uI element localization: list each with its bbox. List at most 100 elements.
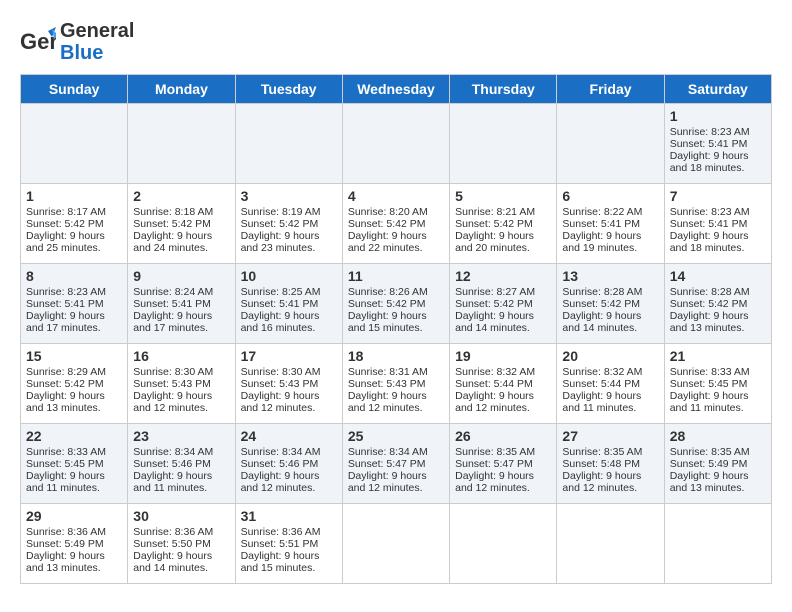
sunrise-text: Sunrise: 8:35 AM xyxy=(670,446,766,458)
calendar-cell: 17Sunrise: 8:30 AMSunset: 5:43 PMDayligh… xyxy=(235,344,342,424)
sunrise-text: Sunrise: 8:36 AM xyxy=(241,526,337,538)
daylight-text: Daylight: 9 hours and 11 minutes. xyxy=(562,390,658,414)
sunrise-text: Sunrise: 8:26 AM xyxy=(348,286,444,298)
sunrise-text: Sunrise: 8:23 AM xyxy=(670,126,766,138)
sunset-text: Sunset: 5:41 PM xyxy=(670,218,766,230)
calendar-table: SundayMondayTuesdayWednesdayThursdayFrid… xyxy=(20,74,772,584)
sunset-text: Sunset: 5:46 PM xyxy=(133,458,229,470)
daylight-text: Daylight: 9 hours and 23 minutes. xyxy=(241,230,337,254)
calendar-cell xyxy=(235,104,342,184)
daylight-text: Daylight: 9 hours and 12 minutes. xyxy=(455,390,551,414)
sunset-text: Sunset: 5:43 PM xyxy=(133,378,229,390)
sunset-text: Sunset: 5:41 PM xyxy=(562,218,658,230)
sunrise-text: Sunrise: 8:19 AM xyxy=(241,206,337,218)
sunset-text: Sunset: 5:45 PM xyxy=(26,458,122,470)
day-number: 4 xyxy=(348,188,444,204)
daylight-text: Daylight: 9 hours and 13 minutes. xyxy=(26,390,122,414)
daylight-text: Daylight: 9 hours and 24 minutes. xyxy=(133,230,229,254)
daylight-text: Daylight: 9 hours and 14 minutes. xyxy=(455,310,551,334)
daylight-text: Daylight: 9 hours and 12 minutes. xyxy=(241,390,337,414)
calendar-cell: 8Sunrise: 8:23 AMSunset: 5:41 PMDaylight… xyxy=(21,264,128,344)
day-number: 27 xyxy=(562,428,658,444)
day-number: 8 xyxy=(26,268,122,284)
sunrise-text: Sunrise: 8:29 AM xyxy=(26,366,122,378)
calendar-cell: 13Sunrise: 8:28 AMSunset: 5:42 PMDayligh… xyxy=(557,264,664,344)
calendar-cell xyxy=(342,104,449,184)
sunrise-text: Sunrise: 8:32 AM xyxy=(455,366,551,378)
daylight-text: Daylight: 9 hours and 12 minutes. xyxy=(241,470,337,494)
daylight-text: Daylight: 9 hours and 25 minutes. xyxy=(26,230,122,254)
daylight-text: Daylight: 9 hours and 13 minutes. xyxy=(670,470,766,494)
calendar-cell: 16Sunrise: 8:30 AMSunset: 5:43 PMDayligh… xyxy=(128,344,235,424)
calendar-cell: 4Sunrise: 8:20 AMSunset: 5:42 PMDaylight… xyxy=(342,184,449,264)
sunset-text: Sunset: 5:42 PM xyxy=(26,378,122,390)
sunrise-text: Sunrise: 8:28 AM xyxy=(670,286,766,298)
day-number: 18 xyxy=(348,348,444,364)
sunset-text: Sunset: 5:50 PM xyxy=(133,538,229,550)
day-number: 1 xyxy=(670,108,766,124)
daylight-text: Daylight: 9 hours and 14 minutes. xyxy=(562,310,658,334)
calendar-cell: 5Sunrise: 8:21 AMSunset: 5:42 PMDaylight… xyxy=(450,184,557,264)
daylight-text: Daylight: 9 hours and 12 minutes. xyxy=(133,390,229,414)
calendar-cell: 21Sunrise: 8:33 AMSunset: 5:45 PMDayligh… xyxy=(664,344,771,424)
calendar-cell: 10Sunrise: 8:25 AMSunset: 5:41 PMDayligh… xyxy=(235,264,342,344)
daylight-text: Daylight: 9 hours and 12 minutes. xyxy=(348,470,444,494)
col-header-monday: Monday xyxy=(128,75,235,104)
daylight-text: Daylight: 9 hours and 16 minutes. xyxy=(241,310,337,334)
daylight-text: Daylight: 9 hours and 15 minutes. xyxy=(241,550,337,574)
calendar-cell: 26Sunrise: 8:35 AMSunset: 5:47 PMDayligh… xyxy=(450,424,557,504)
calendar-cell: 9Sunrise: 8:24 AMSunset: 5:41 PMDaylight… xyxy=(128,264,235,344)
week-row: 22Sunrise: 8:33 AMSunset: 5:45 PMDayligh… xyxy=(21,424,772,504)
sunrise-text: Sunrise: 8:27 AM xyxy=(455,286,551,298)
sunrise-text: Sunrise: 8:21 AM xyxy=(455,206,551,218)
day-number: 5 xyxy=(455,188,551,204)
day-number: 19 xyxy=(455,348,551,364)
day-number: 3 xyxy=(241,188,337,204)
calendar-cell: 27Sunrise: 8:35 AMSunset: 5:48 PMDayligh… xyxy=(557,424,664,504)
daylight-text: Daylight: 9 hours and 12 minutes. xyxy=(562,470,658,494)
sunrise-text: Sunrise: 8:17 AM xyxy=(26,206,122,218)
calendar-cell: 19Sunrise: 8:32 AMSunset: 5:44 PMDayligh… xyxy=(450,344,557,424)
daylight-text: Daylight: 9 hours and 13 minutes. xyxy=(670,310,766,334)
sunrise-text: Sunrise: 8:33 AM xyxy=(670,366,766,378)
calendar-cell: 6Sunrise: 8:22 AMSunset: 5:41 PMDaylight… xyxy=(557,184,664,264)
daylight-text: Daylight: 9 hours and 12 minutes. xyxy=(455,470,551,494)
day-number: 10 xyxy=(241,268,337,284)
sunset-text: Sunset: 5:42 PM xyxy=(455,218,551,230)
calendar-cell xyxy=(450,104,557,184)
day-number: 24 xyxy=(241,428,337,444)
sunset-text: Sunset: 5:42 PM xyxy=(241,218,337,230)
day-number: 9 xyxy=(133,268,229,284)
sunrise-text: Sunrise: 8:23 AM xyxy=(26,286,122,298)
calendar-cell xyxy=(128,104,235,184)
sunrise-text: Sunrise: 8:28 AM xyxy=(562,286,658,298)
day-number: 29 xyxy=(26,508,122,524)
sunset-text: Sunset: 5:47 PM xyxy=(455,458,551,470)
sunset-text: Sunset: 5:41 PM xyxy=(241,298,337,310)
week-row: 1Sunrise: 8:23 AMSunset: 5:41 PMDaylight… xyxy=(21,104,772,184)
sunrise-text: Sunrise: 8:30 AM xyxy=(241,366,337,378)
sunset-text: Sunset: 5:45 PM xyxy=(670,378,766,390)
calendar-cell: 7Sunrise: 8:23 AMSunset: 5:41 PMDaylight… xyxy=(664,184,771,264)
sunrise-text: Sunrise: 8:31 AM xyxy=(348,366,444,378)
day-number: 12 xyxy=(455,268,551,284)
day-number: 22 xyxy=(26,428,122,444)
day-number: 17 xyxy=(241,348,337,364)
calendar-cell: 23Sunrise: 8:34 AMSunset: 5:46 PMDayligh… xyxy=(128,424,235,504)
day-number: 23 xyxy=(133,428,229,444)
sunset-text: Sunset: 5:42 PM xyxy=(133,218,229,230)
daylight-text: Daylight: 9 hours and 11 minutes. xyxy=(26,470,122,494)
sunset-text: Sunset: 5:49 PM xyxy=(670,458,766,470)
day-number: 26 xyxy=(455,428,551,444)
header: Gen General Blue xyxy=(20,20,772,64)
sunset-text: Sunset: 5:42 PM xyxy=(26,218,122,230)
day-number: 13 xyxy=(562,268,658,284)
day-number: 15 xyxy=(26,348,122,364)
day-number: 2 xyxy=(133,188,229,204)
sunrise-text: Sunrise: 8:22 AM xyxy=(562,206,658,218)
calendar-cell: 20Sunrise: 8:32 AMSunset: 5:44 PMDayligh… xyxy=(557,344,664,424)
calendar-cell: 28Sunrise: 8:35 AMSunset: 5:49 PMDayligh… xyxy=(664,424,771,504)
daylight-text: Daylight: 9 hours and 11 minutes. xyxy=(133,470,229,494)
daylight-text: Daylight: 9 hours and 12 minutes. xyxy=(348,390,444,414)
calendar-cell xyxy=(21,104,128,184)
